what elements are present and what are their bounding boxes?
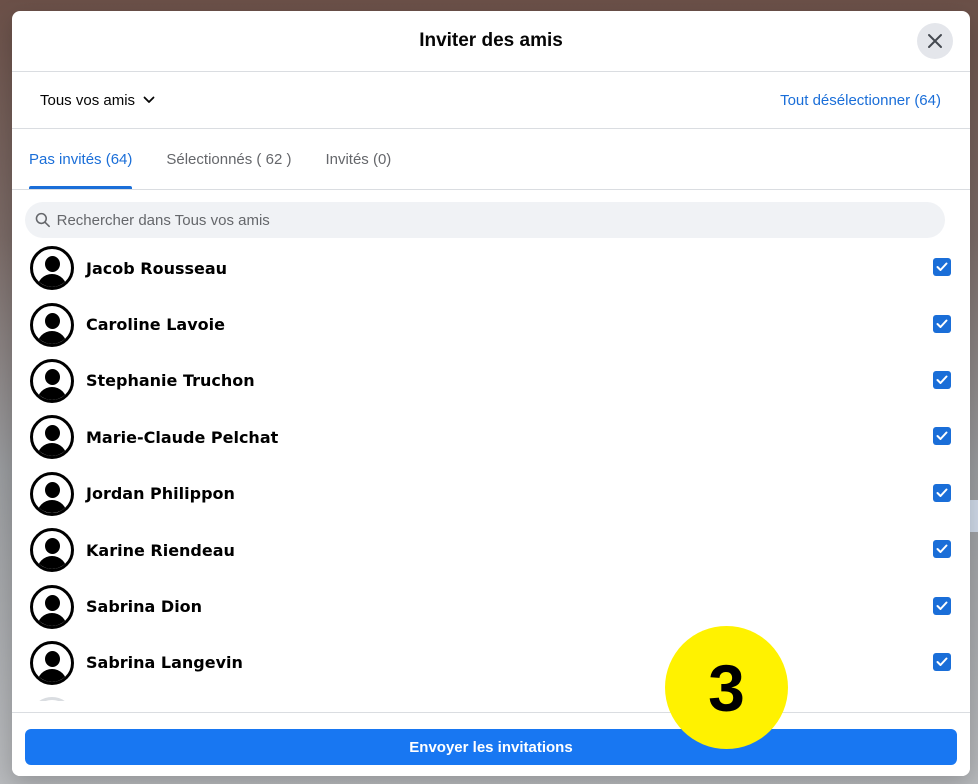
avatar [30,697,74,701]
list-item[interactable]: Sabrina Langevin [12,635,970,691]
friend-checkbox[interactable] [933,427,951,446]
tab-not-invited[interactable]: Pas invités (64) [29,129,149,189]
friend-name: Stephanie Truchon [86,371,255,391]
list-item[interactable]: Marie-Claude Pelchat [12,409,970,465]
search-box[interactable] [25,202,945,238]
avatar [30,528,74,573]
checkmark-icon [936,375,948,384]
checkmark-icon [936,431,948,441]
friend-checkbox[interactable] [933,258,951,277]
checkmark-icon [936,488,948,497]
checkmark-icon [936,544,948,554]
tab-selected[interactable]: Sélectionnés ( 62 ) [166,129,308,189]
friend-checkbox[interactable] [933,596,951,615]
friend-list: Jacob Rousseau Caroline Lavoie Stephanie… [12,240,970,701]
friend-checkbox[interactable] [933,314,951,333]
step-number-badge: 3 [665,626,788,749]
friend-checkbox[interactable] [933,540,951,559]
friends-filter-dropdown[interactable]: Tous vos amis [40,92,155,109]
dialog-header: Inviter des amis [12,11,970,72]
list-item[interactable]: Jacob Rousseau [12,240,970,296]
checkmark-icon [936,262,948,272]
list-item[interactable]: Sabrina Dion [12,578,970,634]
chevron-down-icon [143,96,155,103]
dialog-footer: Envoyer les invitations [12,712,970,776]
avatar [30,246,74,291]
friend-name: Jordan Philippon [86,484,235,504]
friend-name: Karine Riendeau [86,540,235,560]
avatar [30,584,74,629]
list-item[interactable]: Jordan Philippon [12,466,970,522]
avatar [30,302,74,347]
filter-row: Tous vos amis Tout désélectionner (64) [12,72,970,129]
close-button[interactable] [917,23,953,59]
list-item[interactable] [12,691,970,701]
friend-checkbox[interactable] [933,652,951,671]
invite-tabs: Pas invités (64) Sélectionnés ( 62 ) Inv… [12,129,970,190]
background-element [970,500,978,532]
send-invitations-button[interactable]: Envoyer les invitations [25,729,957,765]
friend-name: Caroline Lavoie [86,315,225,335]
friend-name: Sabrina Dion [86,597,203,617]
search-wrapper [12,190,970,238]
avatar [30,471,74,516]
search-icon [35,212,50,228]
search-input[interactable] [56,211,945,229]
checkmark-icon [936,319,948,328]
friend-checkbox[interactable] [933,483,951,502]
friend-name: Sabrina Langevin [86,653,243,673]
tab-invited[interactable]: Invités (0) [325,129,408,189]
friends-filter-label: Tous vos amis [40,91,136,109]
dialog-title: Inviter des amis [419,30,563,51]
checkmark-icon [936,657,948,666]
avatar [30,358,74,403]
friend-name: Jacob Rousseau [86,258,228,278]
deselect-all-link[interactable]: Tout désélectionner (64) [780,92,941,109]
list-item[interactable]: Karine Riendeau [12,522,970,578]
friend-checkbox[interactable] [933,370,951,389]
close-icon [928,34,942,48]
list-item[interactable]: Stephanie Truchon [12,353,970,409]
avatar [30,640,74,685]
avatar [30,415,74,460]
friend-name: Marie-Claude Pelchat [86,427,279,447]
checkmark-icon [936,601,948,610]
list-item[interactable]: Caroline Lavoie [12,296,970,352]
